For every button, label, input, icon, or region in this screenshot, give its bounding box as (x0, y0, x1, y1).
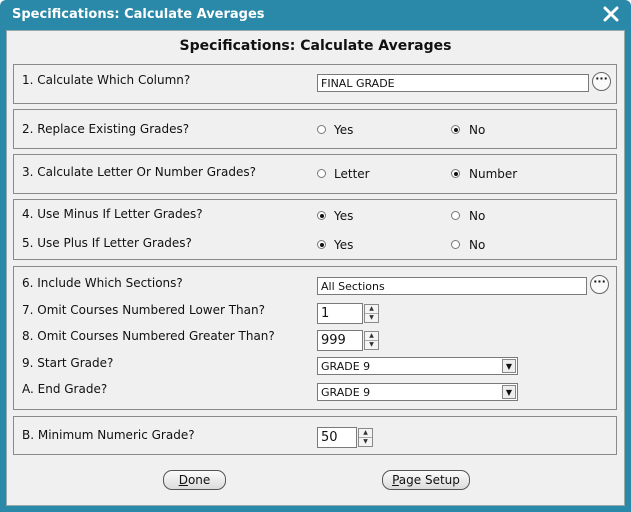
dialog-window: Specifications: Calculate Averages Speci… (0, 0, 631, 512)
q5-yes-label: Yes (334, 238, 354, 252)
q4-yes-label: Yes (334, 209, 354, 223)
group-sections-grades: 6. Include Which Sections? All Sections … (13, 266, 617, 410)
page-setup-mnemonic: P (392, 473, 399, 487)
qa-label: A. End Grade? (22, 382, 108, 396)
q2-no-label: No (469, 123, 486, 137)
start-grade-select[interactable]: GRADE 9 ▼ (317, 357, 518, 375)
q5-yes-radio[interactable] (317, 240, 326, 249)
q4-label: 4. Use Minus If Letter Grades? (22, 207, 203, 221)
stepper-down-icon[interactable]: ▼ (359, 438, 372, 446)
done-mnemonic: D (178, 473, 188, 487)
q2-no-radio[interactable] (451, 125, 460, 134)
stepper-down-icon[interactable]: ▼ (365, 341, 378, 349)
q5-no-label: No (469, 238, 486, 252)
q5-label: 5. Use Plus If Letter Grades? (22, 236, 192, 250)
group-minimum-grade: B. Minimum Numeric Grade? 50 ▲ ▼ (13, 416, 617, 455)
lower-course-input[interactable]: 1 (317, 303, 363, 324)
chevron-down-icon[interactable]: ▼ (502, 385, 516, 399)
title-bar[interactable]: Specifications: Calculate Averages (0, 0, 631, 30)
q1-label: 1. Calculate Which Column? (22, 73, 191, 87)
stepper-down-icon[interactable]: ▼ (365, 314, 378, 322)
q3-label: 3. Calculate Letter Or Number Grades? (22, 165, 256, 179)
lower-course-stepper[interactable]: ▲ ▼ (364, 304, 379, 323)
stepper-up-icon[interactable]: ▲ (359, 429, 372, 438)
stepper-up-icon[interactable]: ▲ (365, 305, 378, 314)
start-grade-value: GRADE 9 (321, 360, 371, 373)
minimum-grade-stepper[interactable]: ▲ ▼ (358, 428, 373, 447)
greater-course-stepper[interactable]: ▲ ▼ (364, 331, 379, 350)
q7-label: 7. Omit Courses Numbered Lower Than? (22, 303, 265, 317)
q2-label: 2. Replace Existing Grades? (22, 122, 190, 136)
browse-sections-button[interactable]: ··· (590, 275, 609, 294)
minimum-grade-input[interactable]: 50 (317, 427, 357, 448)
q4-no-radio[interactable] (451, 211, 460, 220)
window-title: Specifications: Calculate Averages (12, 7, 265, 22)
q2-yes-radio[interactable] (317, 125, 326, 134)
q3-number-label: Number (469, 167, 518, 181)
group-replace-grades: 2. Replace Existing Grades? Yes No (13, 109, 617, 149)
close-icon[interactable] (601, 4, 621, 24)
group-calculate-column: 1. Calculate Which Column? FINAL GRADE ·… (13, 64, 617, 104)
page-title: Specifications: Calculate Averages (179, 38, 452, 54)
sections-field[interactable]: All Sections (317, 277, 587, 295)
q3-letter-label: Letter (334, 167, 370, 181)
page-setup-button[interactable]: Page Setup (382, 470, 470, 490)
done-button[interactable]: Done (163, 470, 226, 490)
browse-column-button[interactable]: ··· (592, 72, 611, 91)
done-label: one (187, 473, 211, 487)
dialog-body: Specifications: Calculate Averages 1. Ca… (6, 30, 625, 506)
greater-course-input[interactable]: 999 (317, 330, 363, 351)
q8-label: 8. Omit Courses Numbered Greater Than? (22, 329, 275, 343)
q4-no-label: No (469, 209, 486, 223)
q6-label: 6. Include Which Sections? (22, 276, 183, 290)
q3-number-radio[interactable] (451, 169, 460, 178)
q3-letter-radio[interactable] (317, 169, 326, 178)
q4-yes-radio[interactable] (317, 211, 326, 220)
group-minus-plus: 4. Use Minus If Letter Grades? Yes No 5.… (13, 199, 617, 260)
end-grade-value: GRADE 9 (321, 386, 371, 399)
qb-label: B. Minimum Numeric Grade? (22, 428, 195, 442)
page-setup-label: age Setup (398, 473, 460, 487)
q5-no-radio[interactable] (451, 240, 460, 249)
q2-yes-label: Yes (334, 123, 354, 137)
chevron-down-icon[interactable]: ▼ (502, 359, 516, 373)
stepper-up-icon[interactable]: ▲ (365, 332, 378, 341)
column-field[interactable]: FINAL GRADE (317, 74, 589, 92)
q9-label: 9. Start Grade? (22, 356, 114, 370)
group-letter-number: 3. Calculate Letter Or Number Grades? Le… (13, 154, 617, 194)
end-grade-select[interactable]: GRADE 9 ▼ (317, 383, 518, 401)
